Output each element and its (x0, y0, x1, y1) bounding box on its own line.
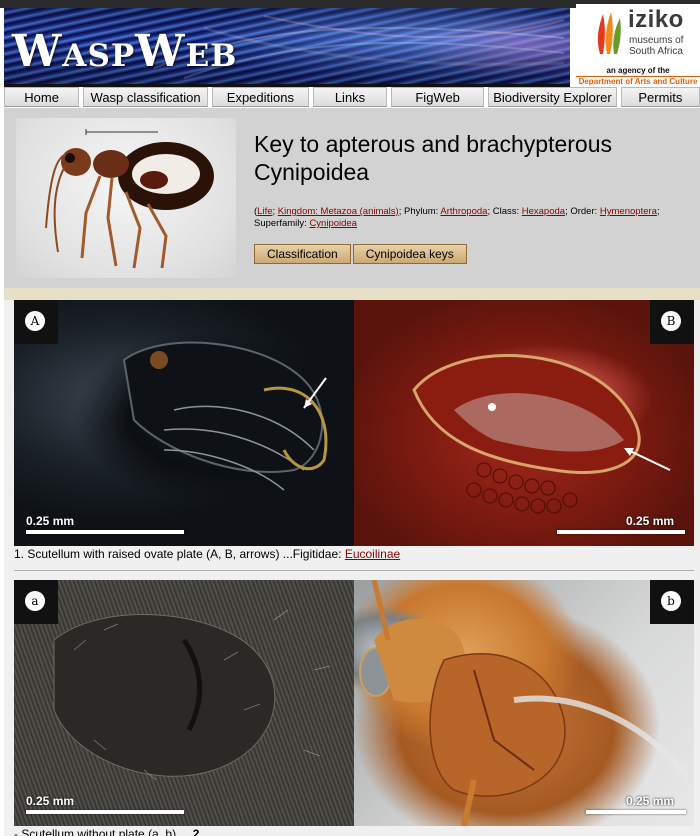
photo-badge-label: a (25, 591, 45, 611)
photo-b-upper: B 0.25 mm (354, 300, 694, 546)
couplet-divider (14, 570, 694, 571)
main-nav: Home Wasp classification Expeditions Lin… (0, 86, 700, 108)
nav-links[interactable]: Links (312, 87, 388, 107)
taxon-link-life[interactable]: Life (257, 206, 272, 217)
page-title: Key to apterous and brachypterous Cynipo… (254, 131, 613, 185)
iziko-flame-icon (597, 12, 621, 54)
header-panel: Key to apterous and brachypterous Cynipo… (4, 108, 700, 288)
photo-b-lower: b 0.25 mm (354, 580, 694, 826)
taxonomy-phylum-label: ; Phylum: (398, 206, 441, 217)
nav-wasp-classification[interactable]: Wasp classification (83, 87, 208, 107)
taxon-link-superfamily[interactable]: Cynipoidea (309, 218, 357, 229)
site-banner[interactable]: WaspWeb (4, 8, 570, 84)
couplet-1-link-eucoilinae[interactable]: Eucoilinae (345, 547, 400, 561)
iziko-logo[interactable]: iziko museums of South Africa an agency … (576, 4, 700, 88)
classification-button[interactable]: Classification (254, 244, 351, 264)
couplet-1-statement: 1. Scutellum with raised ovate plate (A,… (14, 547, 345, 561)
couplet-1-text: 1. Scutellum with raised ovate plate (A,… (14, 547, 400, 561)
scale-label: 0.25 mm (626, 794, 675, 808)
photo-badge: a (14, 580, 58, 624)
taxonomy-breadcrumb: (Life; Kingdom: Metazoa (animals); Phylu… (254, 206, 660, 229)
photo-badge-label: A (25, 311, 45, 331)
photo-a-upper: A 0.25 mm (14, 300, 354, 546)
nav-biodiversity-explorer[interactable]: Biodiversity Explorer (488, 87, 617, 107)
nav-expeditions[interactable]: Expeditions (211, 87, 309, 107)
taxon-link-kingdom[interactable]: Kingdom: Metazoa (animals) (278, 206, 399, 217)
photo-badge-label: B (661, 311, 681, 331)
logo-agency: an agency of the (606, 66, 670, 75)
photo-a-lower: a 0.25 mm (14, 580, 354, 826)
couplet-2-statement: - Scutellum without plate (a, b) .... (14, 827, 193, 836)
couplet-2-text: - Scutellum without plate (a, b) ....2 (14, 827, 199, 836)
photo-b-lower-specimen (359, 580, 692, 826)
photo-b-specimen (412, 354, 671, 514)
nav-figweb[interactable]: FigWeb (391, 87, 485, 107)
photo-a-lower-specimen (53, 609, 331, 781)
scale-label: 0.25 mm (26, 514, 75, 528)
scale-bar (26, 810, 184, 814)
logo-line-1: museums of (629, 35, 684, 46)
logo-name: iziko (628, 6, 684, 33)
scale-label: 0.25 mm (26, 794, 75, 808)
site-title: WaspWeb (12, 26, 238, 77)
scale-bar (586, 810, 686, 814)
couplet-2-link-next[interactable]: 2 (193, 827, 200, 836)
photo-badge-label: b (661, 591, 681, 611)
separator-band (4, 288, 700, 300)
scale-bar (26, 530, 184, 534)
photo-a-specimen (122, 341, 328, 491)
nav-home[interactable]: Home (4, 87, 80, 107)
taxon-link-phylum[interactable]: Arthropoda (440, 206, 487, 217)
tab-buttons: Classification Cynipoidea keys (254, 244, 467, 264)
photo-badge: b (650, 580, 694, 624)
taxon-link-order[interactable]: Hymenoptera (600, 206, 657, 217)
cynipoidea-keys-button[interactable]: Cynipoidea keys (352, 244, 467, 264)
scale-bar (557, 530, 685, 534)
logo-line-2: South Africa (629, 46, 683, 57)
specimen-photo (16, 118, 236, 278)
wasp-specimen-image (45, 129, 214, 269)
taxon-link-class[interactable]: Hexapoda (522, 206, 565, 217)
taxonomy-order-label: ; Order: (565, 206, 600, 217)
nav-permits[interactable]: Permits (620, 87, 700, 107)
photo-badge: B (650, 300, 694, 344)
scale-label: 0.25 mm (626, 514, 675, 528)
taxonomy-class-label: ; Class: (487, 206, 522, 217)
photo-badge: A (14, 300, 58, 344)
